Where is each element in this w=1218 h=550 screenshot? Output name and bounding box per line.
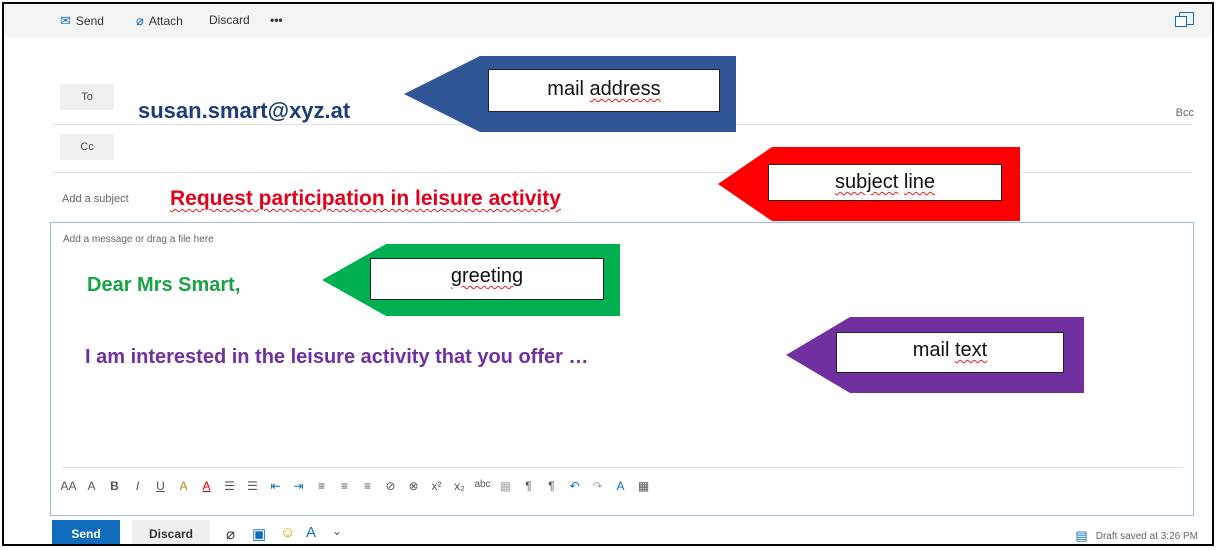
callout-greeting: greeting — [322, 244, 620, 316]
callout-label: mail address — [488, 69, 720, 112]
email-compose-window: ✉ Send ⌀ Attach Discard ••• To susan.sma… — [2, 2, 1214, 546]
emoji-icon[interactable]: ☺ — [280, 524, 295, 541]
toolbar-discard-button[interactable]: Discard — [209, 13, 250, 27]
align-left-icon[interactable]: ≡ — [310, 479, 333, 493]
ltr-icon[interactable]: ¶ — [517, 479, 540, 493]
decrease-indent-icon[interactable]: ⇤ — [264, 479, 287, 493]
divider — [61, 467, 1183, 468]
subject-input[interactable]: Request participation in leisure activit… — [170, 187, 561, 211]
format-toolbar: AA A B I U A A ☰ ☰ ⇤ ⇥ ≡ ≡ ≡ ⊘ ⊗ x² x₂ a… — [57, 479, 655, 493]
font-size-icon[interactable]: AA — [57, 479, 80, 493]
compose-toolbar: ✉ Send ⌀ Attach Discard ••• — [4, 4, 1212, 38]
callout-mail-address: mail address — [404, 56, 736, 132]
callout-word: mail — [547, 78, 584, 100]
numbering-icon[interactable]: ☰ — [241, 479, 264, 493]
cc-button[interactable]: Cc — [60, 134, 114, 160]
greeting-text[interactable]: Dear Mrs Smart, — [87, 274, 240, 297]
toolbar-send-label: Send — [75, 14, 104, 28]
send-button[interactable]: Send — [52, 520, 120, 544]
callout-word: greeting — [450, 265, 524, 287]
callout-label: mail text — [836, 332, 1064, 373]
undo-icon[interactable]: ↶ — [563, 479, 586, 493]
divider — [52, 172, 1192, 173]
popout-icon[interactable] — [1175, 12, 1194, 27]
italic-icon[interactable]: I — [126, 479, 149, 493]
insert-table-icon[interactable]: ▦ — [632, 479, 655, 493]
mail-body-text[interactable]: I am interested in the leisure activity … — [85, 346, 588, 369]
toolbar-attach-label: Attach — [148, 14, 183, 28]
rtl-icon[interactable]: ¶ — [540, 479, 563, 493]
underline-icon[interactable]: U — [149, 479, 172, 493]
insert-picture-icon[interactable]: ▦ — [494, 479, 517, 493]
subject-placeholder: Add a subject — [62, 193, 129, 205]
increase-indent-icon[interactable]: ⇥ — [287, 479, 310, 493]
callout-word: address — [589, 78, 661, 100]
grow-font-icon[interactable]: A — [80, 479, 103, 493]
draft-icon: ▤ — [1075, 528, 1088, 543]
redo-icon[interactable]: ↷ — [586, 479, 609, 493]
callout-word: text — [954, 339, 988, 361]
toolbar-more-button[interactable]: ••• — [270, 13, 283, 27]
discard-button[interactable]: Discard — [132, 520, 210, 544]
callout-label: subject line — [768, 164, 1002, 201]
subscript-icon[interactable]: x₂ — [448, 479, 471, 493]
draft-status-text: Draft saved at 3:26 PM — [1095, 530, 1198, 542]
to-recipient-value[interactable]: susan.smart@xyz.at — [138, 98, 350, 124]
paperclip-icon[interactable]: ⌀ — [226, 525, 235, 543]
toolbar-attach-button[interactable]: ⌀ Attach — [136, 13, 183, 29]
draft-status: ▤ Draft saved at 3:26 PM — [1075, 528, 1198, 544]
align-right-icon[interactable]: ≡ — [356, 479, 379, 493]
strikethrough-icon[interactable]: abc — [471, 479, 494, 493]
font-color-icon[interactable]: A — [195, 479, 218, 493]
superscript-icon[interactable]: x² — [425, 479, 448, 493]
callout-subject-line: subject line — [718, 147, 1020, 221]
callout-word: line — [903, 171, 936, 193]
clear-formatting-icon[interactable]: A — [609, 479, 632, 493]
editor-icon[interactable]: A — [306, 524, 316, 541]
insert-image-icon[interactable]: ▣ — [252, 525, 266, 543]
callout-mail-text: mail text — [786, 317, 1084, 393]
send-mail-icon: ✉ — [60, 13, 71, 28]
bullets-icon[interactable]: ☰ — [218, 479, 241, 493]
to-button[interactable]: To — [60, 84, 114, 110]
paperclip-icon: ⌀ — [136, 13, 144, 28]
align-center-icon[interactable]: ≡ — [333, 479, 356, 493]
bold-icon[interactable]: B — [103, 479, 126, 493]
link-icon[interactable]: ⊘ — [379, 479, 402, 493]
more-icon: ••• — [270, 13, 283, 27]
toolbar-discard-label: Discard — [209, 13, 250, 27]
highlight-icon[interactable]: A — [172, 479, 195, 493]
bcc-button[interactable]: Bcc — [1176, 107, 1194, 119]
unlink-icon[interactable]: ⊗ — [402, 479, 425, 493]
callout-word: mail — [912, 339, 950, 361]
callout-word: subject — [834, 171, 899, 193]
callout-label: greeting — [370, 258, 604, 300]
toolbar-send-button[interactable]: ✉ Send — [60, 13, 104, 29]
body-placeholder: Add a message or drag a file here — [63, 234, 214, 245]
chevron-down-icon[interactable]: ⌄ — [332, 524, 342, 538]
